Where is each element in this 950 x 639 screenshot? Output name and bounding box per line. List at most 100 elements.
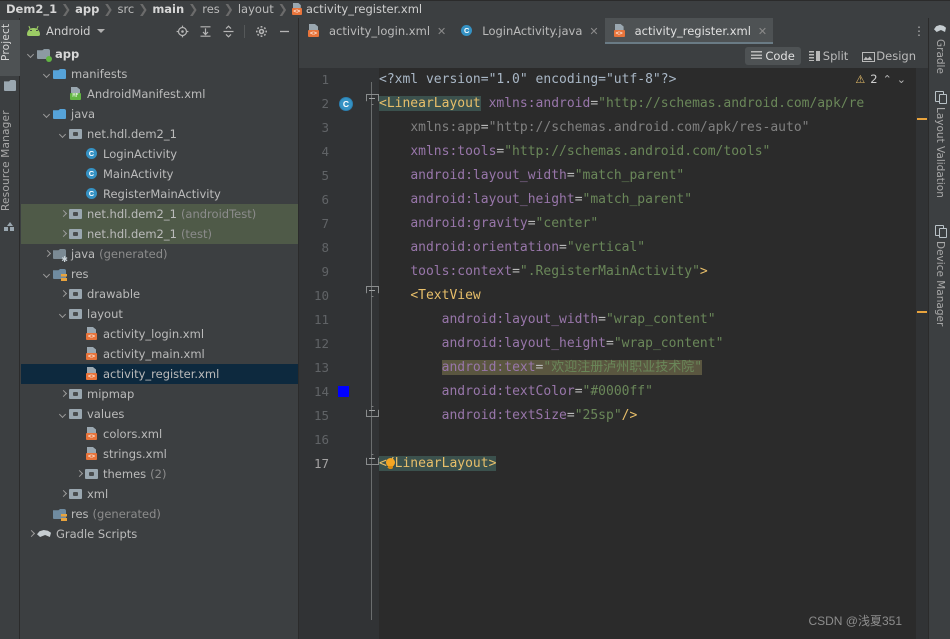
breadcrumb-item[interactable]: main bbox=[152, 2, 184, 16]
code-line[interactable]: tools:context=".RegisterMainActivity"> bbox=[379, 260, 928, 284]
sidebar-item-project[interactable]: Project bbox=[0, 20, 20, 76]
fold-end-linearlayout[interactable] bbox=[366, 452, 377, 463]
code-line[interactable]: android:textColor="#0000ff" bbox=[379, 380, 928, 404]
code-line[interactable]: android:gravity="center" bbox=[379, 212, 928, 236]
intention-bulb-icon[interactable] bbox=[385, 458, 396, 471]
stripe-marker[interactable] bbox=[917, 118, 927, 120]
editor-gutter[interactable]: 1234567891011121314151617 bbox=[299, 68, 365, 639]
breadcrumb-item[interactable]: layout bbox=[238, 2, 274, 16]
tree-item-res[interactable]: res (generated) bbox=[21, 504, 298, 524]
tree-item-java[interactable]: java bbox=[21, 104, 298, 124]
code-line[interactable]: android:layout_width="match_parent" bbox=[379, 164, 928, 188]
code-line[interactable]: </LinearLayout> bbox=[379, 452, 928, 476]
close-icon[interactable]: ✕ bbox=[589, 25, 598, 38]
breadcrumb-item[interactable]: Dem2_1 bbox=[6, 2, 57, 16]
breadcrumb-file[interactable]: activity_register.xml bbox=[306, 2, 422, 16]
chevron-up-icon[interactable]: ⌃ bbox=[883, 73, 892, 86]
tree-toggle-right-icon[interactable] bbox=[57, 388, 69, 400]
tree-item-net-hdl-dem2-1[interactable]: net.hdl.dem2_1 bbox=[21, 124, 298, 144]
code-line[interactable]: android:layout_width="wrap_content" bbox=[379, 308, 928, 332]
fold-end-textview[interactable] bbox=[366, 404, 377, 415]
select-opened-file-icon[interactable] bbox=[173, 22, 191, 40]
close-icon[interactable]: ✕ bbox=[758, 25, 767, 38]
tree-toggle-right-icon[interactable] bbox=[57, 288, 69, 300]
tree-toggle-down-icon[interactable] bbox=[57, 308, 69, 320]
tree-toggle-down-icon[interactable] bbox=[57, 408, 69, 420]
tree-toggle-right-icon[interactable] bbox=[57, 208, 69, 220]
code-folding-column[interactable] bbox=[365, 68, 379, 639]
tree-item-values[interactable]: values bbox=[21, 404, 298, 424]
breadcrumb-item[interactable]: res bbox=[202, 2, 220, 16]
chevron-down-icon[interactable]: ⌄ bbox=[897, 73, 906, 86]
tree-toggle-right-icon[interactable] bbox=[25, 528, 37, 540]
code-line[interactable]: android:orientation="vertical" bbox=[379, 236, 928, 260]
code-line[interactable]: android:textSize="25sp"/> bbox=[379, 404, 928, 428]
project-tree[interactable]: app manifests MF AndroidManifest.xml java net… bbox=[21, 44, 298, 544]
sidebar-item-resource-manager[interactable]: Resource Manager bbox=[0, 106, 20, 218]
tree-toggle-down-icon[interactable] bbox=[41, 108, 53, 120]
tree-item-activity-main-xml[interactable]: <> activity_main.xml bbox=[21, 344, 298, 364]
code-line[interactable] bbox=[379, 428, 928, 452]
tree-item-themes[interactable]: themes (2) bbox=[21, 464, 298, 484]
tree-toggle-right-icon[interactable] bbox=[57, 228, 69, 240]
code-line[interactable]: <LinearLayout xmlns:android="http://sche… bbox=[379, 92, 928, 116]
tree-item-activity-login-xml[interactable]: <> activity_login.xml bbox=[21, 324, 298, 344]
tree-item-mipmap[interactable]: mipmap bbox=[21, 384, 298, 404]
tree-toggle-down-icon[interactable] bbox=[41, 268, 53, 280]
tree-toggle-right-icon[interactable] bbox=[41, 248, 53, 260]
tree-toggle-down-icon[interactable] bbox=[41, 68, 53, 80]
code-line[interactable]: <?xml version="1.0" encoding="utf-8"?> bbox=[379, 68, 928, 92]
editor-tab-activity-register-xml[interactable]: <> activity_register.xml ✕ bbox=[604, 18, 774, 44]
mode-button-code[interactable]: Code bbox=[745, 47, 801, 65]
code-line[interactable]: android:text="欢迎注册泸州职业技术院" bbox=[379, 356, 928, 380]
editor-tab-loginactivity-java[interactable]: LoginActivity.java ✕ bbox=[452, 18, 604, 44]
tree-toggle-down-icon[interactable] bbox=[25, 48, 37, 60]
code-line[interactable]: xmlns:app="http://schemas.android.com/ap… bbox=[379, 116, 928, 140]
tree-item-app[interactable]: app bbox=[21, 44, 298, 64]
tree-item-drawable[interactable]: drawable bbox=[21, 284, 298, 304]
tree-toggle-right-icon[interactable] bbox=[57, 488, 69, 500]
hide-panel-icon[interactable] bbox=[275, 22, 293, 40]
tree-item-loginactivity[interactable]: LoginActivity bbox=[21, 144, 298, 164]
tree-item-mainactivity[interactable]: MainActivity bbox=[21, 164, 298, 184]
fold-handle-linearlayout[interactable] bbox=[366, 94, 377, 105]
tree-item-layout[interactable]: layout bbox=[21, 304, 298, 324]
tree-toggle-down-icon[interactable] bbox=[57, 128, 69, 140]
code-line[interactable]: <TextView bbox=[379, 284, 928, 308]
inspection-widget[interactable]: ⚠ 2 ⌃ ⌄ bbox=[855, 70, 906, 88]
code-editor[interactable]: ⚠ 2 ⌃ ⌄ 1234567891011121314151617 <?xml … bbox=[299, 68, 928, 639]
code-text[interactable]: <?xml version="1.0" encoding="utf-8"?> <L… bbox=[379, 68, 928, 639]
tree-item-manifests[interactable]: manifests bbox=[21, 64, 298, 84]
tree-item-net-hdl-dem2-1[interactable]: net.hdl.dem2_1 (androidTest) bbox=[21, 204, 298, 224]
mode-button-split[interactable]: Split bbox=[803, 47, 855, 65]
tree-item-strings-xml[interactable]: <> strings.xml bbox=[21, 444, 298, 464]
mode-button-design[interactable]: Design bbox=[856, 47, 922, 65]
fold-handle-textview[interactable] bbox=[366, 286, 377, 297]
breadcrumb-item[interactable]: src bbox=[117, 2, 134, 16]
code-line[interactable]: xmlns:tools="http://schemas.android.com/… bbox=[379, 140, 928, 164]
close-icon[interactable]: ✕ bbox=[437, 25, 446, 38]
chevron-down-icon[interactable] bbox=[97, 29, 106, 33]
collapse-all-icon[interactable] bbox=[219, 22, 237, 40]
stripe-marker[interactable] bbox=[917, 311, 927, 313]
tree-item-androidmanifest-xml[interactable]: MF AndroidManifest.xml bbox=[21, 84, 298, 104]
sidebar-item-gradle[interactable]: Gradle bbox=[929, 20, 950, 82]
tree-item-net-hdl-dem2-1[interactable]: net.hdl.dem2_1 (test) bbox=[21, 224, 298, 244]
code-line[interactable]: android:layout_height="wrap_content" bbox=[379, 332, 928, 356]
editor-tab-activity-login-xml[interactable]: <> activity_login.xml ✕ bbox=[299, 18, 452, 44]
breadcrumb-item[interactable]: app bbox=[75, 2, 99, 16]
error-stripe[interactable] bbox=[916, 68, 928, 639]
project-view-selector-label[interactable]: Android bbox=[46, 24, 90, 38]
settings-gear-icon[interactable] bbox=[252, 22, 270, 40]
tree-toggle-right-icon[interactable] bbox=[73, 468, 85, 480]
code-line[interactable]: android:layout_height="match_parent" bbox=[379, 188, 928, 212]
tree-item-activity-register-xml[interactable]: <> activity_register.xml bbox=[21, 364, 298, 384]
tree-item-gradle-scripts[interactable]: Gradle Scripts bbox=[21, 524, 298, 544]
sidebar-item-device-manager[interactable]: Device Manager bbox=[929, 222, 950, 346]
tree-item-java[interactable]: java(generated) bbox=[21, 244, 298, 264]
gutter-color-swatch[interactable] bbox=[338, 386, 349, 397]
tree-item-registermainactivity[interactable]: RegisterMainActivity bbox=[21, 184, 298, 204]
tree-item-res[interactable]: res bbox=[21, 264, 298, 284]
sidebar-item-layout-validation[interactable]: Layout Validation bbox=[929, 88, 950, 216]
tree-item-colors-xml[interactable]: <> colors.xml bbox=[21, 424, 298, 444]
